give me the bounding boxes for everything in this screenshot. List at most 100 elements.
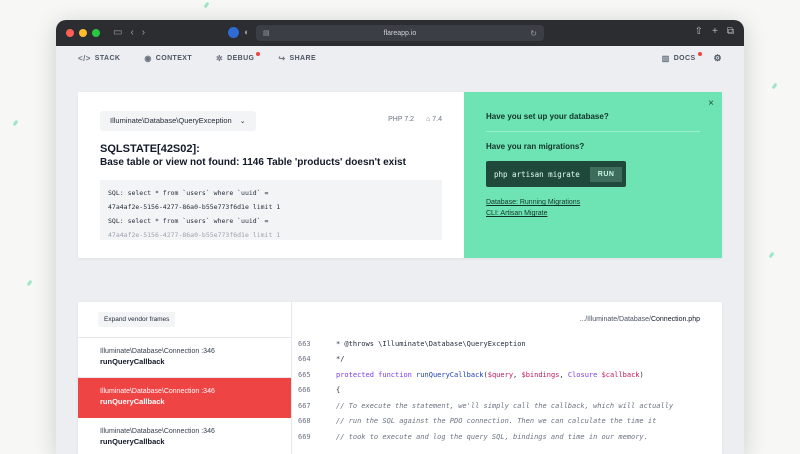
error-code: SQLSTATE[42S02]: <box>100 142 200 155</box>
stack-trace-card: Expand vendor frames Illuminate\Database… <box>78 302 722 454</box>
frame-path: Illuminate\Database\Connection:346 <box>100 348 269 355</box>
solution-subtitle: Have you ran migrations? <box>486 142 585 151</box>
sql-line: 47a4af2e-5156-4277-86a0-b55e773f6d1e lim… <box>108 202 281 211</box>
frame-function: runQueryCallback <box>100 437 165 446</box>
frame-line: :346 <box>201 388 215 395</box>
nav-right: ▥ DOCS ⚙ <box>662 51 722 64</box>
code-line: 663 * @throws \Illuminate\Database\Query… <box>292 336 722 352</box>
reload-icon[interactable]: ↻ <box>530 29 537 38</box>
line-text: // took to execute and log the query SQL… <box>336 432 648 441</box>
laravel-version: ⌂ 7.4 <box>426 116 442 123</box>
sparkle-decoration <box>26 279 33 287</box>
file-name: Connection.php <box>650 315 700 323</box>
gear-icon[interactable]: ⚙ <box>714 53 722 64</box>
sparkle-decoration <box>12 119 19 127</box>
code-lines: 663 * @throws \Illuminate\Database\Query… <box>292 336 722 445</box>
extension-icon[interactable] <box>228 27 239 38</box>
sparkle-decoration <box>771 82 778 90</box>
error-card: Illuminate\Database\QueryException ⌄ PHP… <box>78 92 722 258</box>
frame-function: runQueryCallback <box>100 357 165 366</box>
code-viewer: .../Illuminate/Database/Connection.php 6… <box>292 302 722 454</box>
tab-overview-icon[interactable]: ⧉ <box>727 26 734 37</box>
solution-title: Have you set up your database? <box>486 112 609 121</box>
browser-titlebar: ▭ ‹ › ◐ ▤ flareapp.io ↻ ⇧ + ⧉ <box>56 20 744 46</box>
line-number: 663 <box>298 339 311 348</box>
exception-panel: Illuminate\Database\QueryException ⌄ PHP… <box>78 92 464 258</box>
page-settings-icon[interactable]: ▤ <box>263 29 270 37</box>
sql-query-box: SQL: select * from `users` where `uuid` … <box>100 179 442 240</box>
forward-icon[interactable]: › <box>142 28 145 38</box>
sql-line: SQL: select * from `users` where `uuid` … <box>108 216 269 225</box>
bug-icon: ✲ <box>216 53 224 63</box>
browser-window: ▭ ‹ › ◐ ▤ flareapp.io ↻ ⇧ + ⧉ </> STACK … <box>56 20 744 454</box>
line-text: // run the SQL against the PDO connectio… <box>336 417 657 426</box>
error-message: Base table or view not found: 1146 Table… <box>100 156 406 168</box>
code-line: 665 protected function runQueryCallback(… <box>292 367 722 383</box>
close-window-button[interactable] <box>66 29 74 37</box>
nav-share[interactable]: ↪ SHARE <box>278 54 316 63</box>
run-button[interactable]: RUN <box>589 166 623 182</box>
nav-context-label: CONTEXT <box>155 54 193 62</box>
command-box: php artisan migrate RUN <box>486 161 627 187</box>
laravel-version-number: 7.4 <box>432 116 442 123</box>
frame-line: :346 <box>201 428 215 435</box>
solution-links: Database: Running Migrations CLI: Artisa… <box>486 199 700 217</box>
docs-link-running-migrations[interactable]: Database: Running Migrations <box>486 199 700 206</box>
sparkle-decoration <box>768 251 775 259</box>
chevron-down-icon: ⌄ <box>239 117 246 125</box>
exception-class-label: Illuminate\Database\QueryException <box>110 116 232 125</box>
line-text: { <box>336 386 341 395</box>
line-text: * @throws \Illuminate\Database\QueryExce… <box>336 339 526 348</box>
notification-dot <box>256 51 261 56</box>
line-number: 667 <box>298 401 311 410</box>
exception-class-select[interactable]: Illuminate\Database\QueryException ⌄ <box>100 110 256 131</box>
frames-list: Expand vendor frames Illuminate\Database… <box>78 302 292 454</box>
notification-dot <box>697 51 702 56</box>
divider <box>486 131 700 132</box>
back-icon[interactable]: ‹ <box>130 28 133 38</box>
privacy-shield-icon[interactable]: ◐ <box>244 27 249 37</box>
nav-debug[interactable]: ✲ DEBUG <box>216 51 261 63</box>
nav-docs[interactable]: ▥ DOCS <box>662 51 702 63</box>
frame-line: :346 <box>201 348 215 355</box>
line-number: 669 <box>298 432 311 441</box>
line-text: */ <box>336 355 345 364</box>
file-path[interactable]: .../Illuminate/Database/Connection.php <box>292 302 722 336</box>
code-line: 669 // took to execute and log the query… <box>292 429 722 445</box>
version-info: PHP 7.2 ⌂ 7.4 <box>388 116 442 123</box>
file-dir: .../Illuminate/Database/ <box>579 315 651 323</box>
stack-frame-selected[interactable]: Illuminate\Database\Connection:346 runQu… <box>78 378 291 418</box>
nav-debug-label: DEBUG <box>227 54 255 62</box>
url-text: flareapp.io <box>383 29 417 37</box>
code-line: 667 // To execute the statement, we'll s… <box>292 398 722 414</box>
nav-stack-label: STACK <box>94 54 121 62</box>
close-icon[interactable]: × <box>708 98 714 109</box>
code-line: 666 { <box>292 383 722 399</box>
line-number: 665 <box>298 370 311 379</box>
context-icon: ◉ <box>144 53 152 63</box>
line-text: // To execute the statement, we'll simpl… <box>336 401 674 410</box>
stack-frame[interactable]: Illuminate\Database\Connection:346 runQu… <box>78 338 291 378</box>
command-text: php artisan migrate <box>494 169 580 179</box>
stack-frame[interactable]: Illuminate\Database\Connection:346 runQu… <box>78 418 291 454</box>
nav-stack[interactable]: </> STACK <box>78 54 120 63</box>
sidebar-toggle-icon[interactable]: ▭ <box>113 28 122 38</box>
code-line: 664 */ <box>292 352 722 368</box>
frame-class: Illuminate\Database\Connection <box>100 428 200 435</box>
docs-link-artisan-migrate[interactable]: CLI: Artisan Migrate <box>486 210 700 217</box>
sparkle-decoration <box>203 1 210 9</box>
expand-vendor-frames-button[interactable]: Expand vendor frames <box>98 312 176 327</box>
minimize-window-button[interactable] <box>79 29 87 37</box>
share-page-icon[interactable]: ⇧ <box>695 26 703 37</box>
new-tab-icon[interactable]: + <box>712 26 718 37</box>
flare-nav: </> STACK ◉ CONTEXT ✲ DEBUG ↪ SHARE ▥ DO… <box>56 46 744 70</box>
frame-path: Illuminate\Database\Connection:346 <box>100 388 269 395</box>
nav-context[interactable]: ◉ CONTEXT <box>144 54 192 63</box>
address-bar[interactable]: ▤ flareapp.io ↻ <box>256 25 544 41</box>
line-number: 668 <box>298 417 311 426</box>
frame-function: runQueryCallback <box>100 397 165 406</box>
nav-docs-label: DOCS <box>673 54 696 62</box>
maximize-window-button[interactable] <box>92 29 100 37</box>
share-icon: ↪ <box>278 53 286 63</box>
sql-line: 47a4af2e-5156-4277-86a0-b55e773f6d1e lim… <box>108 230 281 239</box>
